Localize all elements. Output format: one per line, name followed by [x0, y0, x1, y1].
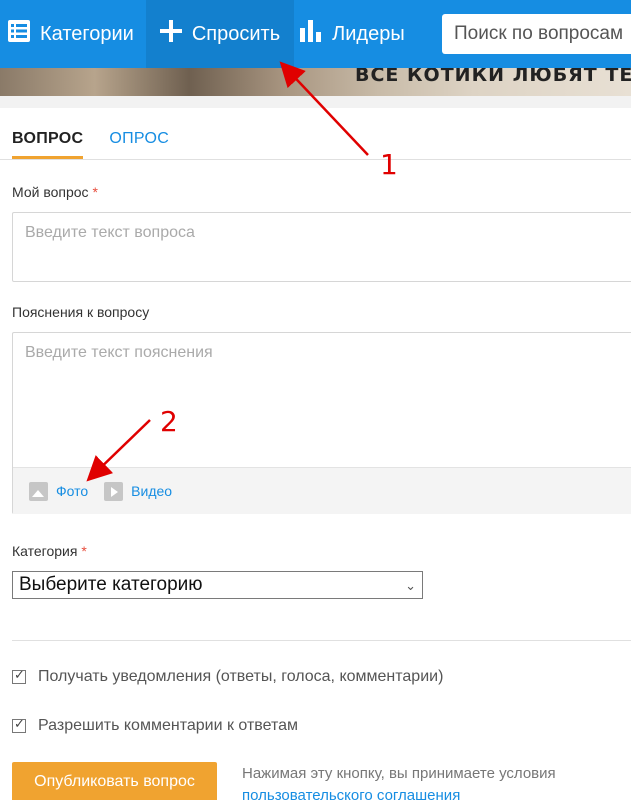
notify-checkbox-row[interactable]: Получать уведомления (ответы, голоса, ко… — [12, 667, 444, 686]
terms-notice: Нажимая эту кнопку, вы принимаете услови… — [242, 763, 622, 800]
nav-leaders[interactable]: Лидеры — [294, 0, 417, 68]
publish-button[interactable]: Опубликовать вопрос — [12, 762, 217, 800]
nav-categories-label: Категории — [40, 22, 134, 45]
form-tabs: ВОПРОС ОПРОС — [12, 130, 169, 159]
bar-chart-icon — [300, 20, 322, 48]
section-divider — [12, 640, 631, 641]
notify-label: Получать уведомления (ответы, голоса, ко… — [38, 668, 444, 685]
image-icon — [29, 481, 48, 501]
top-navigation-bar: Категории Спросить Лидеры Поиск по вопро… — [0, 0, 631, 68]
required-mark: * — [92, 184, 98, 200]
description-placeholder: Введите текст пояснения — [25, 344, 213, 361]
question-input[interactable]: Введите текст вопроса — [12, 212, 631, 282]
banner-image: ВСЕ КОТИКИ ЛЮБЯТ ТЕПЛ — [0, 68, 631, 96]
annotation-number-1: 1 — [380, 148, 398, 181]
annotation-number-2: 2 — [160, 405, 178, 438]
description-input[interactable]: Введите текст пояснения Фото Видео — [12, 332, 631, 514]
add-video-button[interactable]: Видео — [104, 481, 173, 501]
category-select[interactable]: Выберите категорию ⌄ — [12, 571, 423, 599]
question-placeholder: Введите текст вопроса — [25, 224, 195, 241]
nav-categories[interactable]: Категории — [0, 0, 146, 68]
required-mark: * — [81, 543, 87, 559]
plus-icon — [159, 20, 182, 48]
description-label: Пояснения к вопросу — [12, 304, 150, 320]
tabs-divider — [0, 159, 631, 160]
question-label-text: Мой вопрос — [12, 184, 89, 200]
nav-leaders-label: Лидеры — [332, 22, 405, 45]
terms-link[interactable]: пользовательского соглашения — [242, 787, 460, 800]
category-label: Категория * — [12, 543, 87, 559]
add-photo-button[interactable]: Фото — [29, 481, 89, 501]
video-label: Видео — [131, 483, 173, 499]
banner-text: ВСЕ КОТИКИ ЛЮБЯТ ТЕПЛ — [355, 68, 631, 86]
notify-checkbox[interactable] — [12, 667, 26, 684]
tab-poll[interactable]: ОПРОС — [109, 130, 169, 159]
list-icon — [8, 20, 30, 48]
terms-text: Нажимая эту кнопку, вы принимаете услови… — [242, 765, 556, 782]
nav-ask-label: Спросить — [191, 22, 281, 45]
play-icon — [104, 481, 124, 501]
allow-comments-label: Разрешить комментарии к ответам — [38, 717, 299, 734]
tab-question[interactable]: ВОПРОС — [12, 130, 84, 159]
search-input[interactable]: Поиск по вопросам — [442, 14, 631, 54]
header-spacer — [0, 96, 631, 108]
category-label-text: Категория — [12, 543, 78, 559]
attachment-bar: Фото Видео — [13, 467, 631, 514]
allow-comments-checkbox[interactable] — [12, 716, 26, 733]
category-select-value: Выберите категорию — [19, 574, 203, 595]
photo-label: Фото — [56, 483, 89, 499]
chevron-down-icon: ⌄ — [405, 578, 416, 593]
question-label: Мой вопрос * — [12, 184, 98, 200]
allow-comments-checkbox-row[interactable]: Разрешить комментарии к ответам — [12, 716, 299, 735]
nav-ask-button[interactable]: Спросить — [145, 0, 295, 68]
